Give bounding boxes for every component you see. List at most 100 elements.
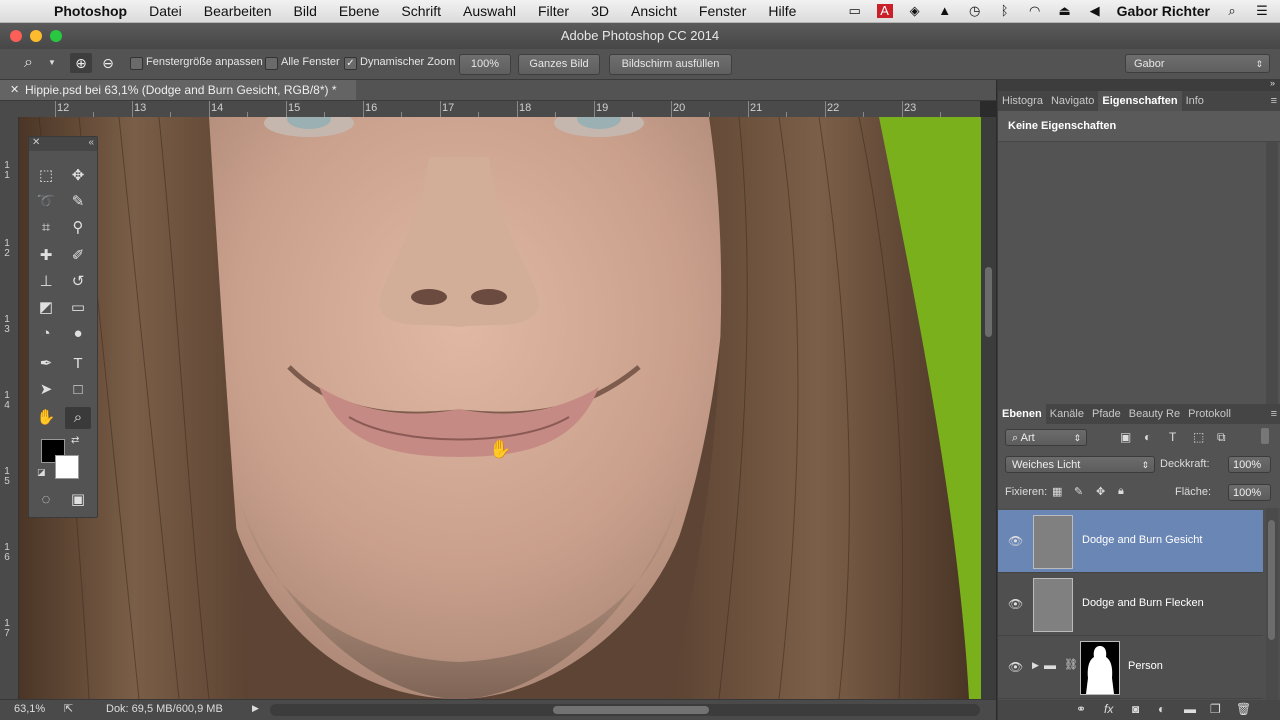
filter-type-icon[interactable]: T bbox=[1169, 430, 1176, 444]
swap-colors-icon[interactable]: ⇄ bbox=[71, 435, 79, 446]
menu-ansicht[interactable]: Ansicht bbox=[631, 0, 677, 22]
background-color-swatch[interactable] bbox=[55, 455, 79, 479]
filter-adjustment-icon[interactable]: ◐ bbox=[1144, 430, 1151, 444]
airplay-icon[interactable]: ▲ bbox=[937, 4, 953, 18]
default-colors-icon[interactable]: ◪ bbox=[37, 467, 46, 478]
layer-filter-select[interactable]: ⌕ Art ⇕ bbox=[1005, 429, 1087, 446]
dynamic-zoom-checkbox[interactable]: ✓ bbox=[344, 57, 357, 70]
menu-3d[interactable]: 3D bbox=[591, 0, 609, 22]
lock-position-icon[interactable]: ✥ bbox=[1096, 485, 1105, 498]
expand-group-icon[interactable]: ▶ bbox=[1032, 660, 1039, 671]
fit-window-checkbox[interactable] bbox=[130, 57, 143, 70]
zoom-tool-selected-icon[interactable]: ⌕ bbox=[65, 407, 91, 429]
eject-icon[interactable]: ⏏ bbox=[1057, 4, 1073, 18]
gradient-tool-icon[interactable]: ▭ bbox=[65, 297, 91, 319]
clone-stamp-tool-icon[interactable]: ⊥ bbox=[33, 271, 59, 293]
new-group-icon[interactable]: ▬ bbox=[1184, 702, 1196, 716]
add-mask-icon[interactable]: ◙ bbox=[1132, 702, 1139, 716]
menu-auswahl[interactable]: Auswahl bbox=[463, 0, 516, 22]
layer-mask-thumbnail[interactable] bbox=[1080, 641, 1120, 695]
document-size[interactable]: Dok: 69,5 MB/600,9 MB bbox=[106, 703, 223, 715]
adobe-icon[interactable]: A bbox=[876, 4, 893, 18]
type-tool-icon[interactable]: T bbox=[65, 353, 91, 375]
pen-tool-icon[interactable]: ✒ bbox=[33, 353, 59, 375]
close-panel-icon[interactable]: ✕ bbox=[32, 137, 40, 148]
status-menu-arrow-icon[interactable]: ▶ bbox=[252, 703, 259, 714]
vertical-ruler[interactable]: 1 1 1 2 1 3 1 4 1 5 1 6 1 7 bbox=[0, 117, 19, 699]
marquee-tool-icon[interactable]: ⬚ bbox=[33, 165, 59, 187]
collapse-panel-icon[interactable]: « bbox=[88, 137, 94, 148]
opacity-input[interactable]: 100% bbox=[1228, 456, 1271, 473]
scrollbar-thumb[interactable] bbox=[985, 267, 992, 337]
tab-channels[interactable]: Kanäle bbox=[1046, 404, 1088, 424]
layer-style-icon[interactable]: fx bbox=[1104, 702, 1113, 716]
crop-tool-icon[interactable]: ⌗ bbox=[33, 217, 59, 239]
menu-hilfe[interactable]: Hilfe bbox=[768, 0, 796, 22]
layer-row-person-group[interactable]: 👁︎ ▶ ▬ ⛓︎ Person bbox=[998, 636, 1263, 699]
quick-selection-tool-icon[interactable]: ✎ bbox=[65, 191, 91, 213]
layers-scrollbar[interactable] bbox=[1266, 508, 1278, 700]
filter-toggle[interactable] bbox=[1261, 428, 1269, 444]
lock-transparent-icon[interactable]: ▦ bbox=[1052, 485, 1062, 498]
filter-smart-object-icon[interactable]: ⧉ bbox=[1217, 430, 1226, 445]
layer-name[interactable]: Dodge and Burn Gesicht bbox=[1082, 534, 1202, 546]
spotlight-icon[interactable]: ⌕ bbox=[1224, 4, 1240, 18]
display-icon[interactable]: ▭ bbox=[847, 4, 863, 18]
path-selection-tool-icon[interactable]: ➤ bbox=[33, 379, 59, 401]
tool-preset-arrow-icon[interactable]: ▼ bbox=[48, 58, 56, 67]
panel-menu-icon[interactable]: ≡ bbox=[1267, 91, 1280, 111]
lasso-tool-icon[interactable]: ➰ bbox=[33, 191, 59, 213]
hand-tool-icon[interactable]: ✋ bbox=[33, 407, 59, 429]
tab-histogram[interactable]: Histogra bbox=[998, 91, 1047, 111]
zoom-100-button[interactable]: 100% bbox=[459, 54, 511, 75]
scrollbar-thumb[interactable] bbox=[1268, 520, 1275, 640]
tools-panel-header[interactable]: ✕ « bbox=[29, 137, 97, 151]
dropbox-icon[interactable]: ◈ bbox=[907, 4, 923, 18]
delete-layer-icon[interactable]: 🗑︎ bbox=[1236, 702, 1251, 716]
horizontal-scrollbar[interactable] bbox=[270, 704, 980, 716]
workspace-select[interactable]: Gabor ⇕ bbox=[1125, 54, 1270, 73]
eraser-tool-icon[interactable]: ◩ bbox=[33, 297, 59, 319]
all-windows-checkbox[interactable] bbox=[265, 57, 278, 70]
expand-dock-icon[interactable]: » bbox=[1270, 78, 1275, 88]
tab-navigator[interactable]: Navigato bbox=[1047, 91, 1098, 111]
filter-pixel-icon[interactable]: ▣ bbox=[1120, 430, 1131, 444]
menu-app[interactable]: Photoshop bbox=[54, 0, 127, 22]
notification-center-icon[interactable]: ☰ bbox=[1254, 4, 1270, 18]
brush-tool-icon[interactable]: ✐ bbox=[65, 245, 91, 267]
minimize-window-button[interactable] bbox=[30, 30, 42, 42]
horizontal-ruler[interactable]: 12 13 14 15 16 17 18 19 20 21 22 23 bbox=[18, 101, 980, 118]
layers-menu-icon[interactable]: ≡ bbox=[1267, 404, 1280, 424]
blur-tool-icon[interactable]: ◔ bbox=[33, 323, 59, 345]
visibility-eye-icon[interactable]: 👁︎ bbox=[1008, 597, 1023, 611]
close-window-button[interactable] bbox=[10, 30, 22, 42]
time-machine-icon[interactable]: ◷ bbox=[967, 4, 983, 18]
document-canvas[interactable]: ✋ bbox=[19, 117, 981, 699]
menu-filter[interactable]: Filter bbox=[538, 0, 569, 22]
zoom-tool-icon[interactable]: ⌕ bbox=[24, 54, 33, 72]
zoom-out-icon[interactable]: ⊖ bbox=[98, 53, 118, 73]
healing-brush-tool-icon[interactable]: ✚ bbox=[33, 245, 59, 267]
tab-layers[interactable]: Ebenen bbox=[998, 404, 1046, 424]
zoom-level[interactable]: 63,1% bbox=[14, 703, 45, 715]
document-tab[interactable]: ✕ Hippie.psd bei 63,1% (Dodge and Burn G… bbox=[0, 80, 356, 100]
zoom-window-button[interactable] bbox=[50, 30, 62, 42]
layer-row-dodge-burn-face[interactable]: 👁︎ Dodge and Burn Gesicht bbox=[998, 510, 1263, 573]
lock-all-icon[interactable]: 🔒︎ bbox=[1118, 485, 1124, 498]
tab-paths[interactable]: Pfade bbox=[1088, 404, 1125, 424]
new-layer-icon[interactable]: ❐ bbox=[1210, 702, 1221, 716]
properties-scrollbar[interactable] bbox=[1266, 142, 1278, 404]
fill-screen-button[interactable]: Bildschirm ausfüllen bbox=[609, 54, 732, 75]
move-tool-icon[interactable]: ✥ bbox=[65, 165, 91, 187]
menu-datei[interactable]: Datei bbox=[149, 0, 182, 22]
visibility-eye-icon[interactable]: 👁︎ bbox=[1008, 660, 1023, 674]
eyedropper-tool-icon[interactable]: ⚲ bbox=[65, 217, 91, 239]
menu-ebene[interactable]: Ebene bbox=[339, 0, 379, 22]
link-icon[interactable]: ⛓︎ bbox=[1064, 658, 1078, 671]
zoom-in-icon[interactable]: ⊕ bbox=[70, 53, 92, 73]
export-icon[interactable]: ⇱ bbox=[64, 702, 73, 715]
tab-info[interactable]: Info bbox=[1182, 91, 1208, 111]
close-tab-icon[interactable]: ✕ bbox=[10, 80, 19, 100]
link-layers-icon[interactable]: ⚭ bbox=[1076, 702, 1086, 716]
lock-pixels-icon[interactable]: ✎ bbox=[1074, 485, 1083, 498]
